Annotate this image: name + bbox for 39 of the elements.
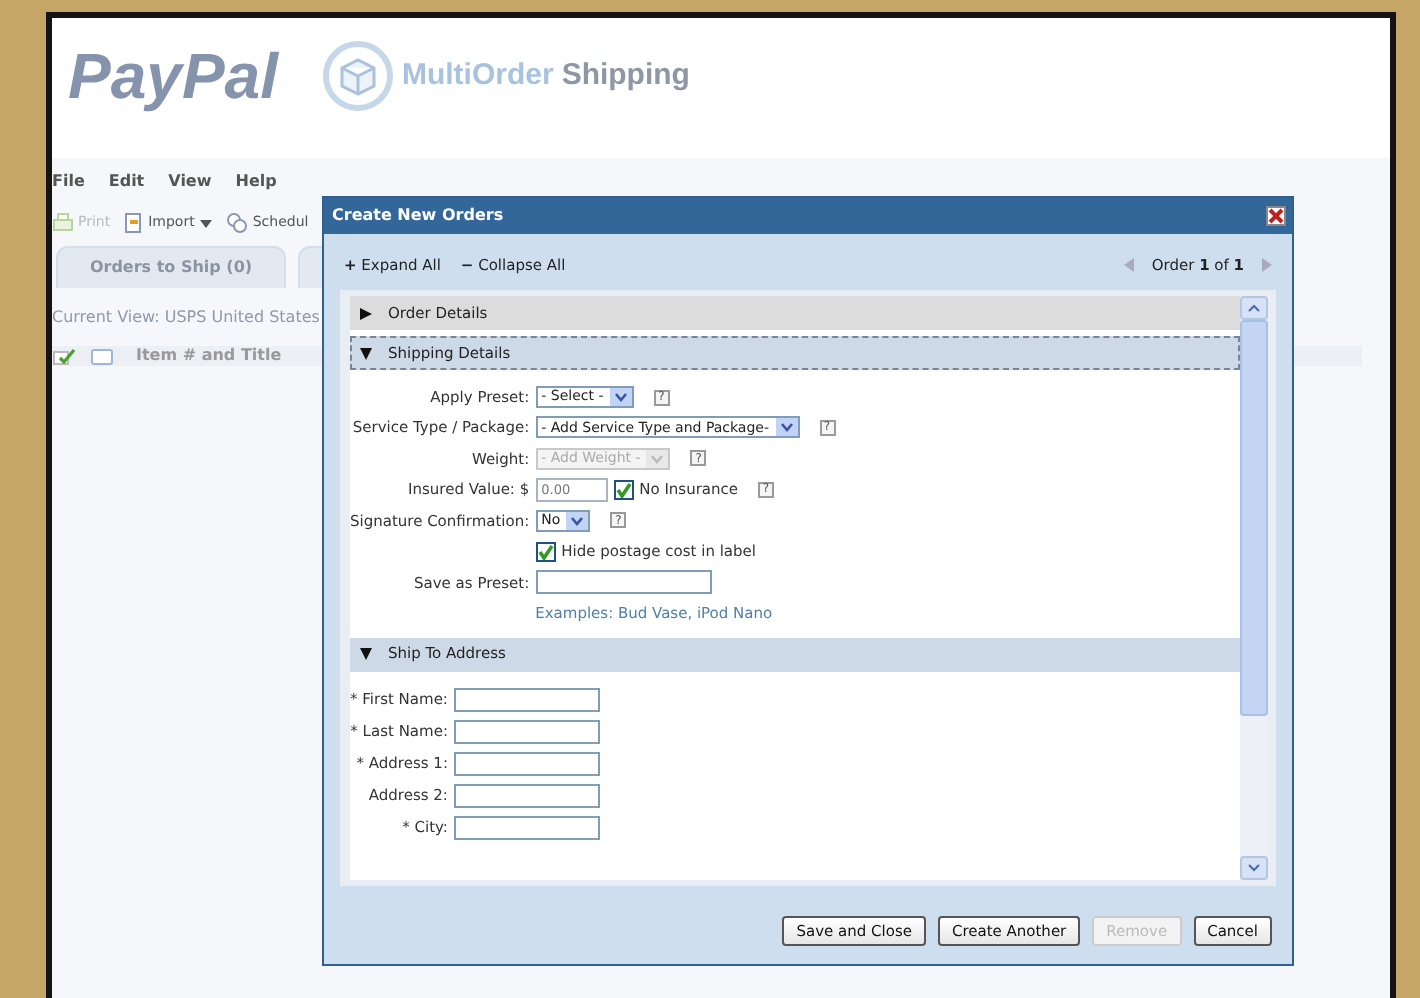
product-name: Shipping bbox=[561, 55, 690, 96]
checkmark-icon bbox=[537, 543, 554, 560]
menu-item[interactable]: View bbox=[168, 170, 212, 194]
scrollbar-thumb[interactable] bbox=[1240, 320, 1268, 716]
brand-logo: PayPal bbox=[68, 38, 278, 116]
card-icon bbox=[88, 347, 116, 365]
expand-triangle-icon bbox=[360, 307, 372, 319]
box-logo-icon bbox=[321, 40, 394, 112]
dialog-title: Create New Orders bbox=[332, 204, 504, 228]
previous-icon[interactable] bbox=[1123, 258, 1136, 272]
input-field[interactable] bbox=[453, 815, 600, 839]
current-view-label: Current View: USPS United States bbox=[52, 306, 320, 330]
close-icon[interactable] bbox=[1266, 206, 1286, 226]
scroll-up-icon[interactable] bbox=[1248, 304, 1260, 312]
scroll-down-icon[interactable] bbox=[1248, 864, 1260, 872]
print-icon bbox=[52, 212, 74, 234]
caret-icon bbox=[198, 215, 215, 231]
checkbox[interactable] bbox=[535, 541, 556, 562]
caret-icon bbox=[570, 515, 585, 526]
schedule-icon bbox=[226, 212, 249, 234]
product-name: MultiOrder bbox=[401, 55, 554, 96]
menu-item[interactable]: File bbox=[52, 170, 85, 194]
menu-item[interactable]: Help bbox=[235, 170, 277, 194]
input-field[interactable] bbox=[453, 719, 600, 743]
input-field[interactable] bbox=[453, 751, 600, 775]
collapse-triangle-icon bbox=[360, 648, 372, 660]
menu-item[interactable]: Edit bbox=[108, 170, 145, 194]
checkmark-icon bbox=[615, 481, 632, 498]
import-icon bbox=[122, 212, 145, 234]
caret-icon bbox=[650, 453, 665, 464]
input-field[interactable] bbox=[535, 570, 712, 595]
checkmark-icon bbox=[52, 347, 80, 365]
input-field[interactable] bbox=[453, 783, 600, 807]
collapse-triangle-icon bbox=[360, 347, 372, 359]
caret-icon bbox=[613, 392, 628, 403]
caret-icon bbox=[779, 422, 793, 433]
input-field[interactable] bbox=[453, 687, 600, 711]
scrollbar[interactable] bbox=[1240, 296, 1268, 880]
next-icon[interactable] bbox=[1260, 258, 1272, 272]
